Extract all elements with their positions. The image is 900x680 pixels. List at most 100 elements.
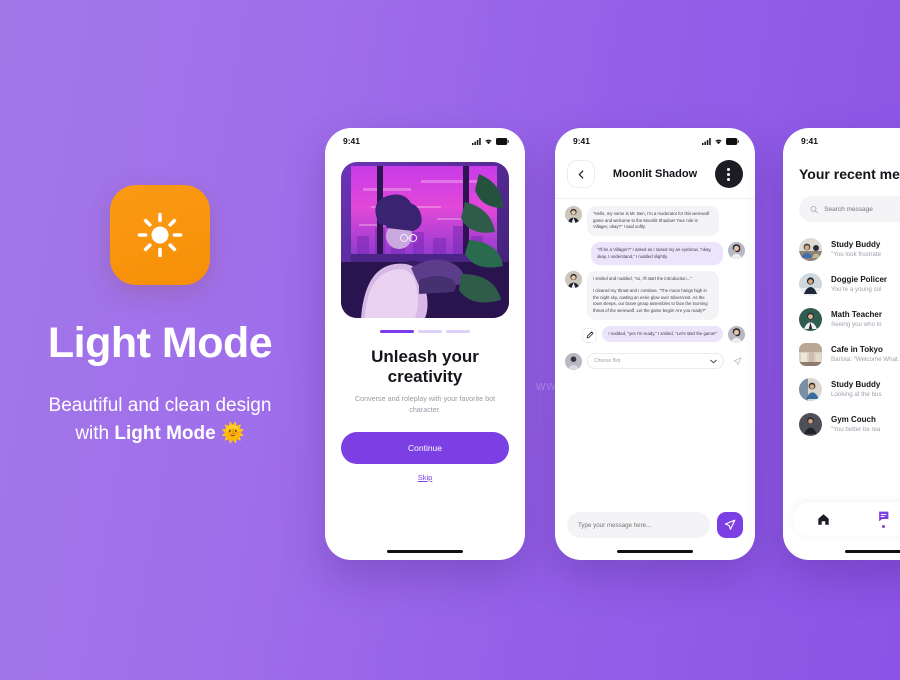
chat-bubble-bot: "Hello, my name is Mr. Ben, I'm a modera… [587, 206, 719, 236]
onboarding-description: Converse and roleplay with your favorite… [354, 394, 496, 414]
status-icons [472, 137, 509, 145]
back-button[interactable] [567, 160, 595, 188]
list-item-text: Math Teacher Seeing you who lo [831, 310, 882, 329]
onboarding-illustration-wrap [325, 154, 525, 318]
chat-bubble-text: I cleared my throat and I continue, "The… [593, 287, 708, 313]
choose-bot-select[interactable]: Choose Bot [587, 353, 724, 370]
pagination-dot-3[interactable] [446, 330, 470, 333]
chat-bubble-text: "I'll be a Villager?" I asked as I raise… [597, 246, 712, 259]
list-item-preview: Barista: "Welcome What... [831, 355, 900, 363]
chat-bubble-text: I smiled and nodded, "so, I'll start the… [593, 276, 692, 282]
search-icon [810, 205, 818, 213]
message-composer [555, 512, 755, 538]
promo-title: Light Mode [47, 319, 273, 367]
list-item[interactable]: Study Buddy "You look frustrate [799, 232, 900, 267]
tab-chat[interactable] [877, 510, 890, 528]
search-input[interactable] [824, 205, 900, 213]
tab-home[interactable] [817, 513, 830, 526]
promo-subtitle: Beautiful and clean design with Light Mo… [0, 392, 320, 447]
list-item-name: Study Buddy [831, 379, 881, 389]
status-bar: 9:41 [783, 128, 900, 154]
chat-icon [878, 511, 888, 522]
onboarding-illustration [341, 162, 509, 318]
list-item-preview: "You better be rea [831, 425, 881, 433]
list-item-preview: Looking at the bus [831, 390, 882, 398]
avatar-math-teacher-icon [799, 308, 822, 331]
chat-message-row: I smiled and nodded, "so, I'll start the… [565, 271, 745, 320]
avatar-man-in-suit-icon [565, 271, 582, 289]
doggie-policer-avatar [799, 273, 822, 296]
list-item[interactable]: Cafe in Tokyo Barista: "Welcome What... [799, 337, 900, 372]
status-bar: 9:41 [555, 128, 755, 154]
avatar-cafe-in-tokyo-icon [799, 343, 822, 366]
list-item-preview: Seeing you who lo [831, 320, 882, 328]
cellular-icon [472, 137, 481, 145]
home-indicator [617, 549, 693, 553]
cafe-in-tokyo-avatar [799, 343, 822, 366]
pagination-dot-2[interactable] [418, 330, 442, 333]
avatar-gym-couch-icon [799, 413, 822, 436]
battery-icon [726, 137, 739, 145]
search-bar[interactable] [799, 196, 900, 222]
send-icon [724, 519, 736, 530]
sun-icon [137, 212, 183, 258]
promo-subtitle-line1: Beautiful and clean design [48, 395, 272, 417]
chat-bubble-user: "I'll be a Villager?" I asked as I raise… [591, 241, 723, 266]
battery-icon [496, 137, 509, 145]
skip-button[interactable]: Skip [418, 473, 433, 482]
chevron-down-icon [710, 359, 717, 363]
wifi-icon [715, 139, 722, 144]
home-indicator [845, 549, 900, 553]
list-item-preview: "You look frustrate [831, 250, 882, 258]
app-icon-tile [110, 185, 210, 285]
list-item-text: Study Buddy "You look frustrate [831, 240, 881, 259]
send-button[interactable] [717, 512, 743, 538]
pagination-dot-1[interactable] [380, 330, 414, 333]
inline-send-button[interactable] [729, 357, 745, 366]
phone-chat-screen: 9:41 Moonlit Shadow "Hello, my name is M… [555, 128, 755, 560]
tab-active-dot [881, 525, 885, 528]
cellular-icon [702, 137, 711, 145]
message-input[interactable] [567, 512, 710, 538]
list-item[interactable]: Math Teacher Seeing you who lo [799, 302, 900, 337]
messages-header: Your recent mess [783, 154, 900, 182]
wifi-icon [485, 139, 492, 144]
avatar-man-in-suit-icon [565, 206, 582, 223]
choose-bot-value: Choose Bot [594, 358, 621, 365]
sun-emoji: 🌞 [221, 422, 245, 444]
study-buddy-2-avatar [799, 378, 822, 401]
status-time: 9:41 [801, 136, 819, 146]
chat-message-list[interactable]: "Hello, my name is Mr. Ben, I'm a modera… [555, 198, 755, 478]
avatar-small-icon [565, 352, 582, 370]
math-teacher-avatar [799, 308, 822, 331]
phone-onboarding-screen: 9:41 Unleash your creativity Converse an… [325, 128, 525, 560]
home-icon [817, 513, 829, 525]
avatar-woman-icon [728, 325, 745, 343]
status-icons [702, 137, 739, 145]
list-item[interactable]: Doggie Policer You're a young col [799, 267, 900, 302]
recent-messages-list: Study Buddy "You look frustrate Doggie P… [783, 232, 900, 442]
chat-bubble-text: I nodded, "yes I'm ready," I smiled, "Le… [608, 330, 717, 336]
messages-title: Your recent mess [799, 166, 900, 182]
edit-message-button[interactable] [582, 327, 598, 343]
chat-bubble-text: "Hello, my name is Mr. Ben, I'm a modera… [593, 211, 710, 230]
avatar-doggie-policer-icon [799, 273, 822, 296]
bot-avatar [565, 271, 582, 289]
pencil-icon [586, 331, 594, 339]
send-icon [733, 357, 741, 365]
chat-bubble-bot: I smiled and nodded, "so, I'll start the… [587, 271, 719, 320]
continue-button[interactable]: Continue [341, 431, 509, 464]
list-item[interactable]: Gym Couch "You better be rea [799, 407, 900, 442]
list-item-name: Math Teacher [831, 309, 882, 319]
promo-block: Light Mode Beautiful and clean design wi… [0, 185, 320, 447]
arrow-left-icon [578, 169, 583, 179]
status-bar: 9:41 [325, 128, 525, 154]
list-item-text: Cafe in Tokyo Barista: "Welcome What... [831, 345, 900, 364]
promo-subtitle-bold: Light Mode [114, 422, 216, 444]
chat-message-row: "I'll be a Villager?" I asked as I raise… [565, 241, 745, 266]
onboarding-pagination-dots [325, 330, 525, 333]
list-item[interactable]: Study Buddy Looking at the bus [799, 372, 900, 407]
chat-menu-button[interactable] [714, 160, 743, 188]
avatar-woman-icon [728, 241, 745, 259]
gym-couch-avatar [799, 413, 822, 436]
